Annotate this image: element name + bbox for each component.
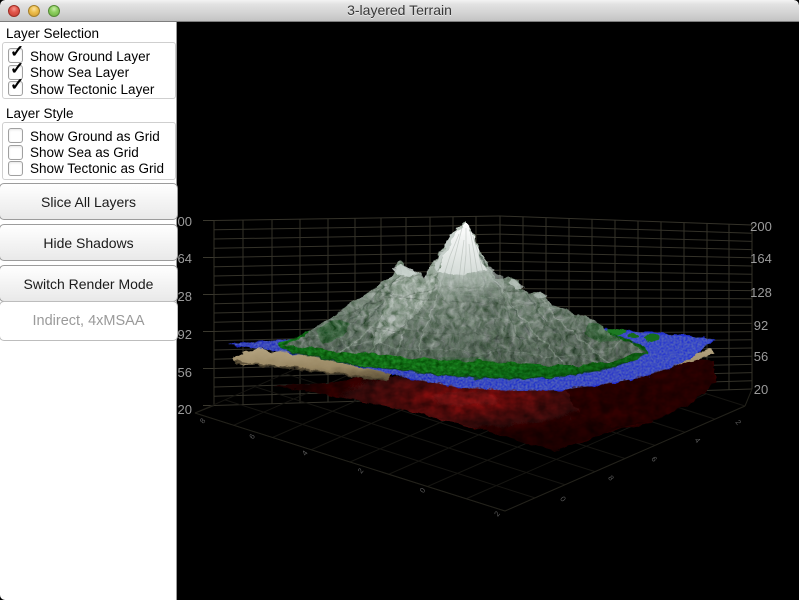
svg-text:6: 6 xyxy=(247,432,257,441)
svg-text:2: 2 xyxy=(733,418,743,427)
svg-text:2: 2 xyxy=(492,509,502,518)
svg-text:200: 200 xyxy=(750,219,772,234)
svg-text:6: 6 xyxy=(649,455,659,464)
svg-text:0: 0 xyxy=(418,486,428,495)
svg-text:4: 4 xyxy=(693,436,703,445)
svg-text:56: 56 xyxy=(178,365,192,380)
svg-text:20: 20 xyxy=(754,382,768,397)
svg-text:92: 92 xyxy=(754,318,768,333)
svg-text:8: 8 xyxy=(606,474,616,483)
svg-text:4: 4 xyxy=(300,449,310,458)
svg-text:8: 8 xyxy=(198,416,208,425)
svg-text:0: 0 xyxy=(558,495,568,504)
svg-text:92: 92 xyxy=(178,327,192,342)
svg-text:164: 164 xyxy=(750,251,772,266)
svg-text:20: 20 xyxy=(178,402,192,417)
svg-text:128: 128 xyxy=(750,285,772,300)
svg-text:56: 56 xyxy=(754,349,768,364)
svg-text:2: 2 xyxy=(356,466,366,475)
